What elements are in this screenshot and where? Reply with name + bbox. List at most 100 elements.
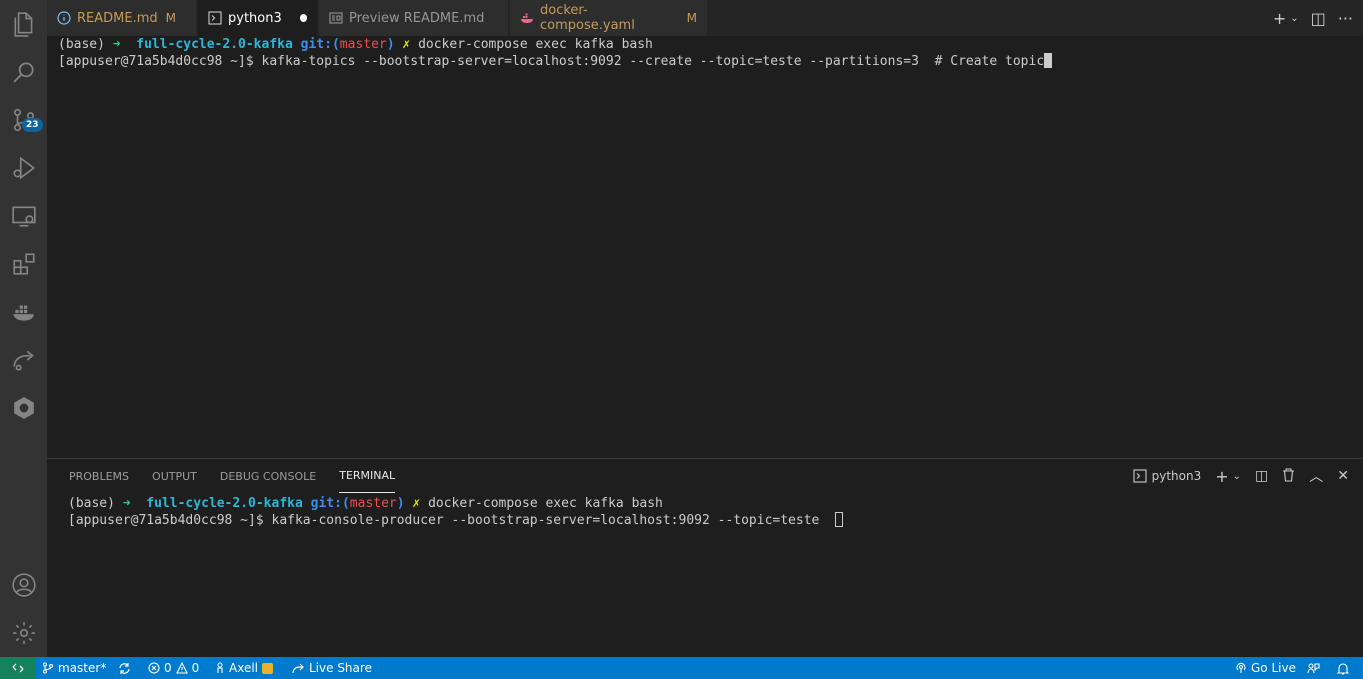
status-bar: master* 0 0 Axell Live Share Go Live: [0, 657, 1363, 679]
extensions-icon[interactable]: [0, 240, 47, 288]
problems-indicator[interactable]: 0 0: [148, 657, 199, 679]
warning-count: 0: [191, 661, 200, 675]
remote-icon: [12, 663, 23, 673]
git-branch-icon: [42, 662, 54, 674]
remote-explorer-icon[interactable]: [0, 192, 47, 240]
split-editor-icon[interactable]: ◫: [1311, 9, 1326, 28]
prompt-git-close: ): [396, 496, 405, 511]
error-count: 0: [164, 661, 172, 675]
panel-terminal-output[interactable]: (base) ➜ full-cycle-2.0-kafka git:(maste…: [68, 496, 844, 529]
prompt-dirty-mark: ✗: [402, 37, 411, 52]
bell-icon: [1337, 662, 1349, 675]
prompt-directory: full-cycle-2.0-kafka: [136, 37, 293, 52]
terminal-line: [appuser@71a5b4d0cc98 ~]$ kafka-console-…: [68, 512, 844, 528]
unsaved-dot-icon: [299, 14, 307, 22]
terminal-icon: [1133, 469, 1147, 483]
broadcast-icon: [1236, 662, 1246, 673]
panel-tabs: PROBLEMS OUTPUT DEBUG CONSOLE TERMINAL: [69, 459, 396, 493]
prompt-directory: full-cycle-2.0-kafka: [146, 496, 303, 511]
prompt-git-close: ): [386, 37, 395, 52]
terminal-cursor: [835, 512, 844, 527]
tab-preview-readme[interactable]: Preview README.md: [319, 0, 509, 36]
lock-icon: [262, 662, 273, 674]
remote-indicator[interactable]: [0, 657, 35, 679]
info-icon: [57, 11, 71, 25]
prompt-dirty-mark: ✗: [412, 496, 421, 511]
tab-debug-console[interactable]: DEBUG CONSOLE: [220, 459, 316, 493]
bottom-panel: PROBLEMS OUTPUT DEBUG CONSOLE TERMINAL p…: [47, 458, 1363, 657]
prompt-base: (base): [58, 37, 113, 52]
sync-icon: [119, 662, 130, 674]
live-share-label: Live Share: [309, 661, 372, 675]
tab-python3[interactable]: python3: [198, 0, 318, 36]
tab-terminal[interactable]: TERMINAL: [339, 459, 396, 493]
new-terminal-plus-icon[interactable]: +: [1273, 9, 1286, 28]
tab-readme[interactable]: README.md M: [47, 0, 197, 36]
chevron-down-icon[interactable]: ⌄: [1290, 13, 1298, 24]
kubernetes-icon[interactable]: [0, 384, 47, 432]
live-share-icon: [292, 663, 304, 673]
branch-indicator[interactable]: master*: [42, 657, 106, 679]
notifications-button[interactable]: [1337, 657, 1349, 679]
source-control-badge: 23: [22, 118, 43, 132]
branch-name: master*: [58, 661, 107, 675]
feedback-button[interactable]: [1307, 657, 1320, 679]
tab-label: python3: [228, 10, 282, 26]
tab-label: docker-compose.yaml: [540, 3, 635, 33]
docker-whale-icon: [520, 11, 534, 25]
sync-button[interactable]: [118, 657, 131, 679]
warning-icon: [175, 662, 188, 674]
terminal-selector[interactable]: python3: [1133, 469, 1202, 483]
terminal-command: kafka-topics --bootstrap-server=localhos…: [261, 54, 1045, 69]
terminal-line: [appuser@71a5b4d0cc98 ~]$ kafka-topics -…: [58, 53, 1053, 69]
account-indicator[interactable]: Axell: [215, 657, 273, 679]
activity-bar: 23: [0, 0, 47, 657]
modified-indicator: M: [686, 11, 697, 25]
account-name: Axell: [229, 661, 258, 675]
go-live-button[interactable]: Go Live: [1235, 657, 1296, 679]
prompt-base: (base): [68, 496, 123, 511]
prompt-git-label: git:(: [310, 496, 350, 511]
prompt-arrow: ➜: [112, 37, 121, 52]
prompt-branch: master: [349, 496, 397, 511]
split-terminal-icon[interactable]: ◫: [1255, 468, 1268, 484]
chevron-down-icon[interactable]: ⌄: [1233, 471, 1241, 482]
terminal-command: docker-compose exec kafka bash: [428, 496, 663, 511]
terminal-line: (base) ➜ full-cycle-2.0-kafka git:(maste…: [58, 37, 653, 52]
search-icon[interactable]: [0, 48, 47, 96]
go-live-label: Go Live: [1251, 661, 1296, 675]
prompt-git-label: git:(: [300, 37, 340, 52]
accounts-icon[interactable]: [0, 561, 47, 609]
terminal-name: python3: [1151, 469, 1202, 483]
tab-docker-compose[interactable]: docker-compose.yaml M: [510, 0, 708, 36]
maximize-panel-chevron-up-icon[interactable]: ︿: [1309, 466, 1323, 486]
live-share-button[interactable]: Live Share: [292, 657, 372, 679]
source-control-icon[interactable]: 23: [0, 96, 47, 144]
terminal-command: kafka-console-producer --bootstrap-serve…: [271, 513, 828, 528]
tab-problems[interactable]: PROBLEMS: [69, 459, 129, 493]
live-share-icon[interactable]: [0, 336, 47, 384]
new-terminal-plus-icon[interactable]: +: [1215, 467, 1228, 486]
modified-indicator: M: [165, 11, 176, 25]
terminal-icon: [208, 11, 222, 25]
tab-output[interactable]: OUTPUT: [152, 459, 197, 493]
explorer-icon[interactable]: [0, 0, 47, 48]
docker-icon[interactable]: [0, 288, 47, 336]
error-icon: [148, 662, 160, 674]
editor-tab-bar: README.md M python3 Preview README.md do…: [47, 0, 1363, 36]
tab-label: README.md: [77, 10, 158, 26]
trash-icon[interactable]: [1282, 467, 1295, 485]
tab-label: Preview README.md: [349, 10, 485, 26]
close-panel-icon[interactable]: ✕: [1337, 468, 1349, 484]
more-actions-icon[interactable]: ···: [1338, 9, 1353, 28]
preview-icon: [329, 11, 343, 25]
settings-gear-icon[interactable]: [0, 609, 47, 657]
shell-prompt: [appuser@71a5b4d0cc98 ~]$: [68, 513, 272, 528]
editor-terminal-output[interactable]: (base) ➜ full-cycle-2.0-kafka git:(maste…: [58, 37, 1053, 70]
terminal-line: (base) ➜ full-cycle-2.0-kafka git:(maste…: [68, 496, 663, 511]
person-icon: [217, 662, 223, 673]
tab-actions: + ⌄ ◫ ···: [1273, 0, 1353, 36]
prompt-arrow: ➜: [122, 496, 131, 511]
run-debug-icon[interactable]: [0, 144, 47, 192]
shell-prompt: [appuser@71a5b4d0cc98 ~]$: [58, 54, 262, 69]
